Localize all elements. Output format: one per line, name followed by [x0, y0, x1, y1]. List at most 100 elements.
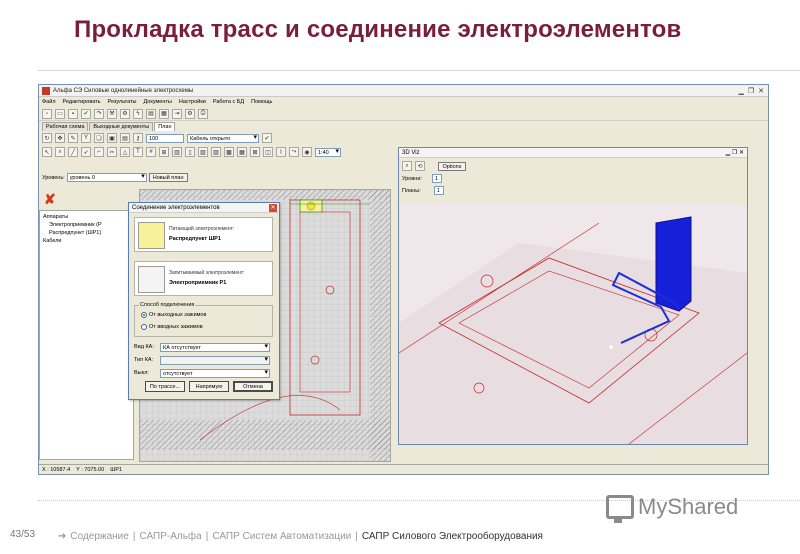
tree-distributor[interactable]: Распредпункт (ШР1)	[43, 229, 130, 237]
cancel-button[interactable]: Отмена	[233, 381, 273, 392]
tree-cables[interactable]: Кабели	[43, 237, 130, 245]
confirm-icon[interactable]: ✔	[262, 133, 272, 143]
settings-icon[interactable]: ⚙	[185, 108, 195, 119]
scale-select[interactable]: 1:40	[315, 147, 341, 157]
viz-plans-input[interactable]: 1	[433, 186, 444, 195]
export-icon[interactable]: ⇥	[172, 108, 182, 119]
layers-icon[interactable]: ▤	[120, 133, 130, 143]
lightning-icon[interactable]: ϟ	[133, 108, 143, 119]
pointer-icon[interactable]: ↖	[42, 147, 52, 157]
menu-results[interactable]: Результаты	[108, 99, 137, 105]
dialog-close-icon[interactable]: ✕	[269, 204, 277, 212]
breadcrumb-separator: |	[355, 531, 358, 542]
direct-button[interactable]: Напрямую	[189, 381, 229, 392]
fill-icon[interactable]: ▨	[211, 147, 221, 157]
door-icon[interactable]: ▯	[185, 147, 195, 157]
refresh-icon[interactable]: ↻	[42, 133, 52, 143]
wall-icon[interactable]: ▥	[172, 147, 182, 157]
option-input-row[interactable]: От вводных зажимов	[141, 324, 203, 330]
delete-icon[interactable]: ✘	[44, 191, 56, 208]
breadcrumb-sapr-alfa[interactable]: САПР-Альфа	[139, 531, 201, 542]
filter-icon[interactable]: Y	[81, 133, 91, 143]
radio-input[interactable]	[141, 324, 147, 330]
tab-work-scheme[interactable]: Рабочая схема	[42, 122, 89, 131]
zoom-input[interactable]: 100	[146, 133, 184, 143]
radio-output[interactable]	[141, 312, 147, 318]
cut-icon[interactable]: ✂	[107, 147, 117, 157]
plan-toolbar: ↻ ✥ ✎ Y ❏ ▣ ▤ ⚷ 100 Кабель открыто ✔	[39, 131, 768, 145]
source-value: Распредпункт ШР1	[169, 236, 221, 242]
check-icon[interactable]: ✔	[81, 108, 91, 119]
move-icon[interactable]: ✥	[55, 133, 65, 143]
menu-database[interactable]: Работа с БД	[213, 99, 244, 105]
open-folder-icon[interactable]: ▭	[55, 108, 65, 119]
ka-kind-select[interactable]	[160, 356, 270, 365]
maximize-icon[interactable]: ❐	[748, 87, 754, 95]
shape-icon[interactable]: △	[120, 147, 130, 157]
tree-receiver[interactable]: Электроприемник (Р	[43, 221, 130, 229]
viz-minimize-icon[interactable]: ▁	[726, 150, 731, 156]
wrench-icon[interactable]: ⚒	[107, 108, 117, 119]
line-icon[interactable]: ╱	[68, 147, 78, 157]
close-icon[interactable]: ✕	[758, 87, 764, 95]
print-icon[interactable]: ⎙	[198, 108, 208, 119]
zoom-icon[interactable]: ⌕	[55, 147, 65, 157]
hatch-icon[interactable]: ▧	[198, 147, 208, 157]
cable-icon[interactable]: ⌇	[276, 147, 286, 157]
new-plan-button[interactable]: Новый план	[148, 173, 188, 182]
breadcrumb-current[interactable]: САПР Силового Электрооборудования	[362, 531, 543, 542]
breadcrumb-contents[interactable]: Содержание	[70, 531, 128, 542]
viz-levels-input[interactable]: 1	[431, 174, 442, 183]
menu-file[interactable]: Файл	[42, 99, 56, 105]
viz-3d-scene[interactable]	[399, 203, 747, 444]
viz-rotate-icon[interactable]: ⟲	[415, 161, 425, 171]
pencil-icon[interactable]: ✎	[68, 133, 78, 143]
viz-close-icon[interactable]: ✕	[739, 150, 744, 156]
viz-maximize-icon[interactable]: ❐	[732, 150, 737, 156]
room-icon[interactable]: ▩	[224, 147, 234, 157]
tab-output-docs[interactable]: Выходные документы	[89, 122, 154, 131]
paste-icon[interactable]: ▣	[107, 133, 117, 143]
ka-type-select[interactable]: КА отсутствует	[160, 343, 270, 352]
menu-documents[interactable]: Документы	[144, 99, 172, 105]
tool-icon[interactable]: ⚙	[120, 108, 130, 119]
menu-settings[interactable]: Настройки	[179, 99, 206, 105]
viz-options-button[interactable]: Options	[438, 161, 466, 171]
breadcrumb-automation[interactable]: САПР Систем Автоматизации	[212, 531, 351, 542]
symbol-icon[interactable]: ▦	[237, 147, 247, 157]
route-button[interactable]: По трассе...	[145, 381, 185, 392]
switch-select[interactable]: отсутствует	[160, 369, 270, 378]
redo-icon[interactable]: ↷	[94, 108, 104, 119]
route-icon[interactable]: ⤳	[289, 147, 299, 157]
new-file-icon[interactable]: ▫	[42, 108, 52, 119]
save-icon[interactable]: ▪	[68, 108, 78, 119]
copy-icon[interactable]: ❏	[94, 133, 104, 143]
chart-icon[interactable]: ▤	[146, 108, 156, 119]
viz-levels-label: Уровни:	[402, 175, 422, 182]
grid-icon[interactable]: #	[146, 147, 156, 157]
arrow-icon[interactable]: ➶	[81, 147, 91, 157]
target-label: Запитываемый электроэлемент:	[169, 270, 245, 276]
measure-icon[interactable]: ⊠	[250, 147, 260, 157]
option-output-row[interactable]: От выходных зажимов	[141, 312, 206, 318]
snap-icon[interactable]: ⊞	[159, 147, 169, 157]
key-icon[interactable]: ⚷	[133, 133, 143, 143]
cable-mode-select[interactable]: Кабель открыто	[187, 133, 259, 143]
table-icon[interactable]: ▦	[159, 108, 169, 119]
tree-devices[interactable]: Аппараты	[43, 213, 130, 221]
tab-plan[interactable]: План	[154, 122, 176, 131]
source-element-box: Питающий электроэлемент: Распредпункт ШР…	[134, 217, 273, 252]
stairs-icon[interactable]: ⌐	[94, 147, 104, 157]
area-icon[interactable]: ◫	[263, 147, 273, 157]
viz-zoom-icon[interactable]: ⌕	[402, 161, 412, 171]
menu-edit[interactable]: Редактировать	[63, 99, 101, 105]
menu-help[interactable]: Помощь	[251, 99, 272, 105]
level-select[interactable]: уровень 0	[66, 173, 147, 182]
node-icon[interactable]: ◉	[302, 147, 312, 157]
minimize-icon[interactable]: ▁	[738, 87, 743, 95]
page-number: 43/53	[10, 529, 36, 540]
ka-type-label: Вид КА:	[134, 344, 154, 350]
document-tabs: Рабочая схема Выходные документы План	[39, 121, 768, 131]
slide-title: Прокладка трасс и соединение электроэлем…	[74, 16, 682, 43]
text-icon[interactable]: T	[133, 147, 143, 157]
